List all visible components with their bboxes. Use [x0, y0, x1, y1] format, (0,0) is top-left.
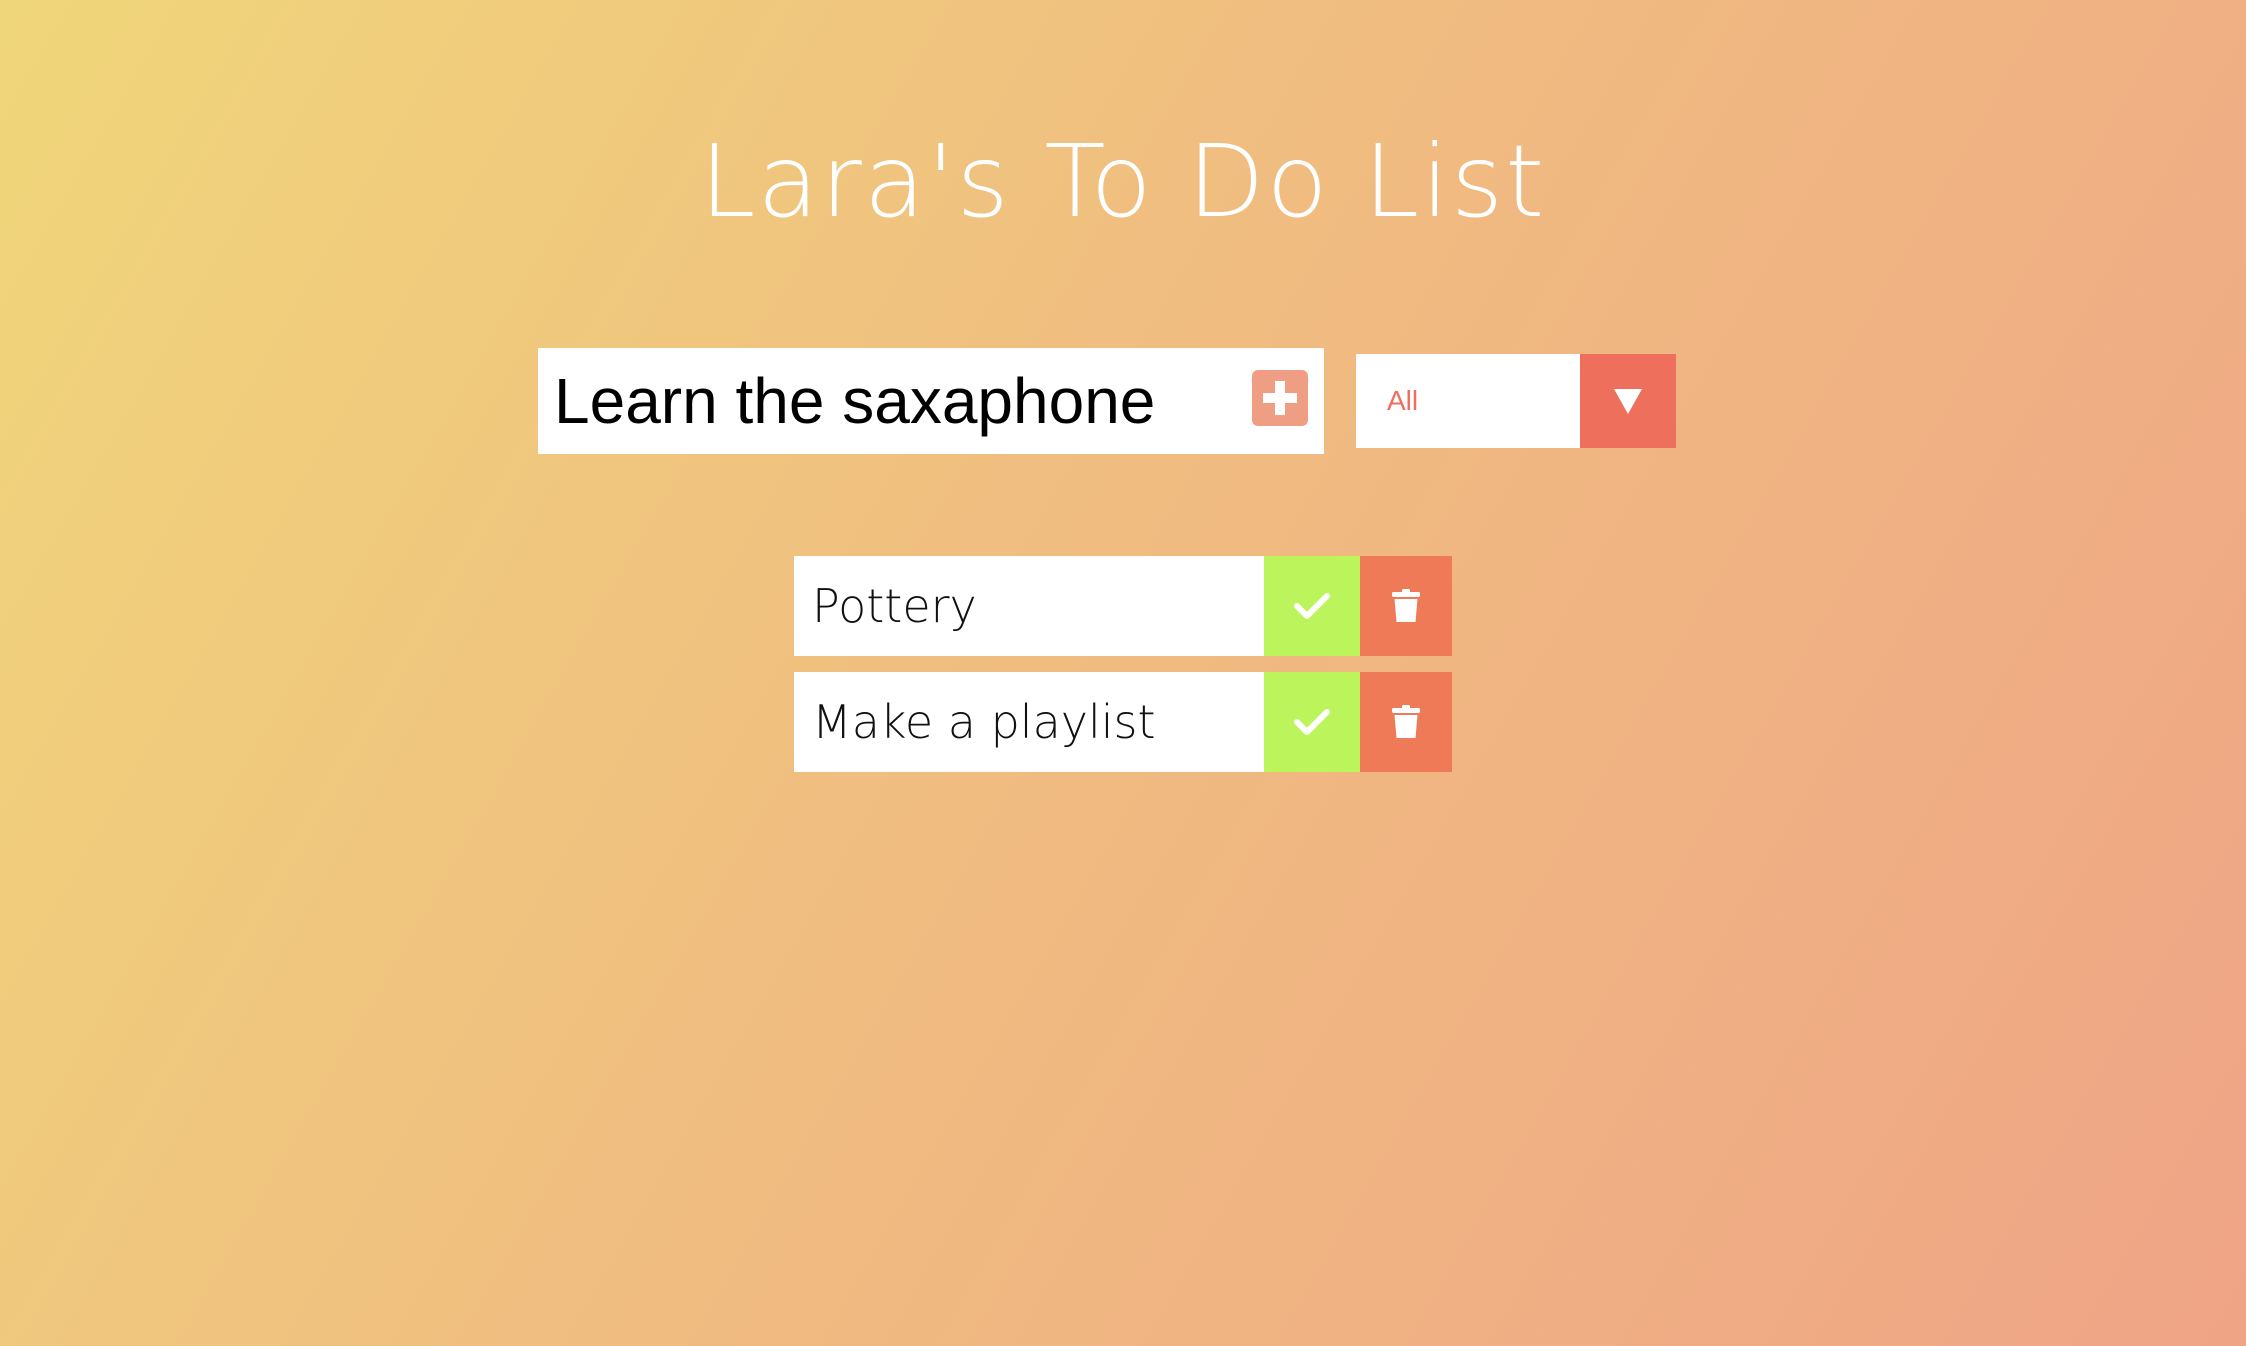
filter-select[interactable]: All	[1356, 354, 1676, 448]
todo-input[interactable]	[538, 348, 1238, 454]
plus-icon	[1263, 381, 1297, 415]
todo-item-text: Make a playlist	[794, 672, 1264, 772]
todo-form: All	[538, 348, 1676, 454]
filter-selected-value: All	[1387, 385, 1419, 416]
todo-list: Pottery Make a playlist	[794, 556, 1452, 788]
complete-button[interactable]	[1264, 556, 1360, 656]
filter-dropdown-button[interactable]	[1580, 354, 1676, 448]
todo-item: Make a playlist	[794, 672, 1452, 772]
todo-input-wrapper	[538, 348, 1324, 454]
todo-item: Pottery	[794, 556, 1452, 656]
triangle-down-icon	[1614, 389, 1642, 414]
trash-icon	[1392, 589, 1420, 622]
page-title: Lara's To Do List	[699, 123, 1547, 240]
delete-button[interactable]	[1360, 556, 1452, 656]
check-icon	[1294, 593, 1330, 619]
todo-item-text: Pottery	[794, 556, 1264, 656]
delete-button[interactable]	[1360, 672, 1452, 772]
complete-button[interactable]	[1264, 672, 1360, 772]
check-icon	[1294, 709, 1330, 735]
trash-icon	[1392, 705, 1420, 738]
add-todo-button[interactable]	[1252, 370, 1308, 426]
